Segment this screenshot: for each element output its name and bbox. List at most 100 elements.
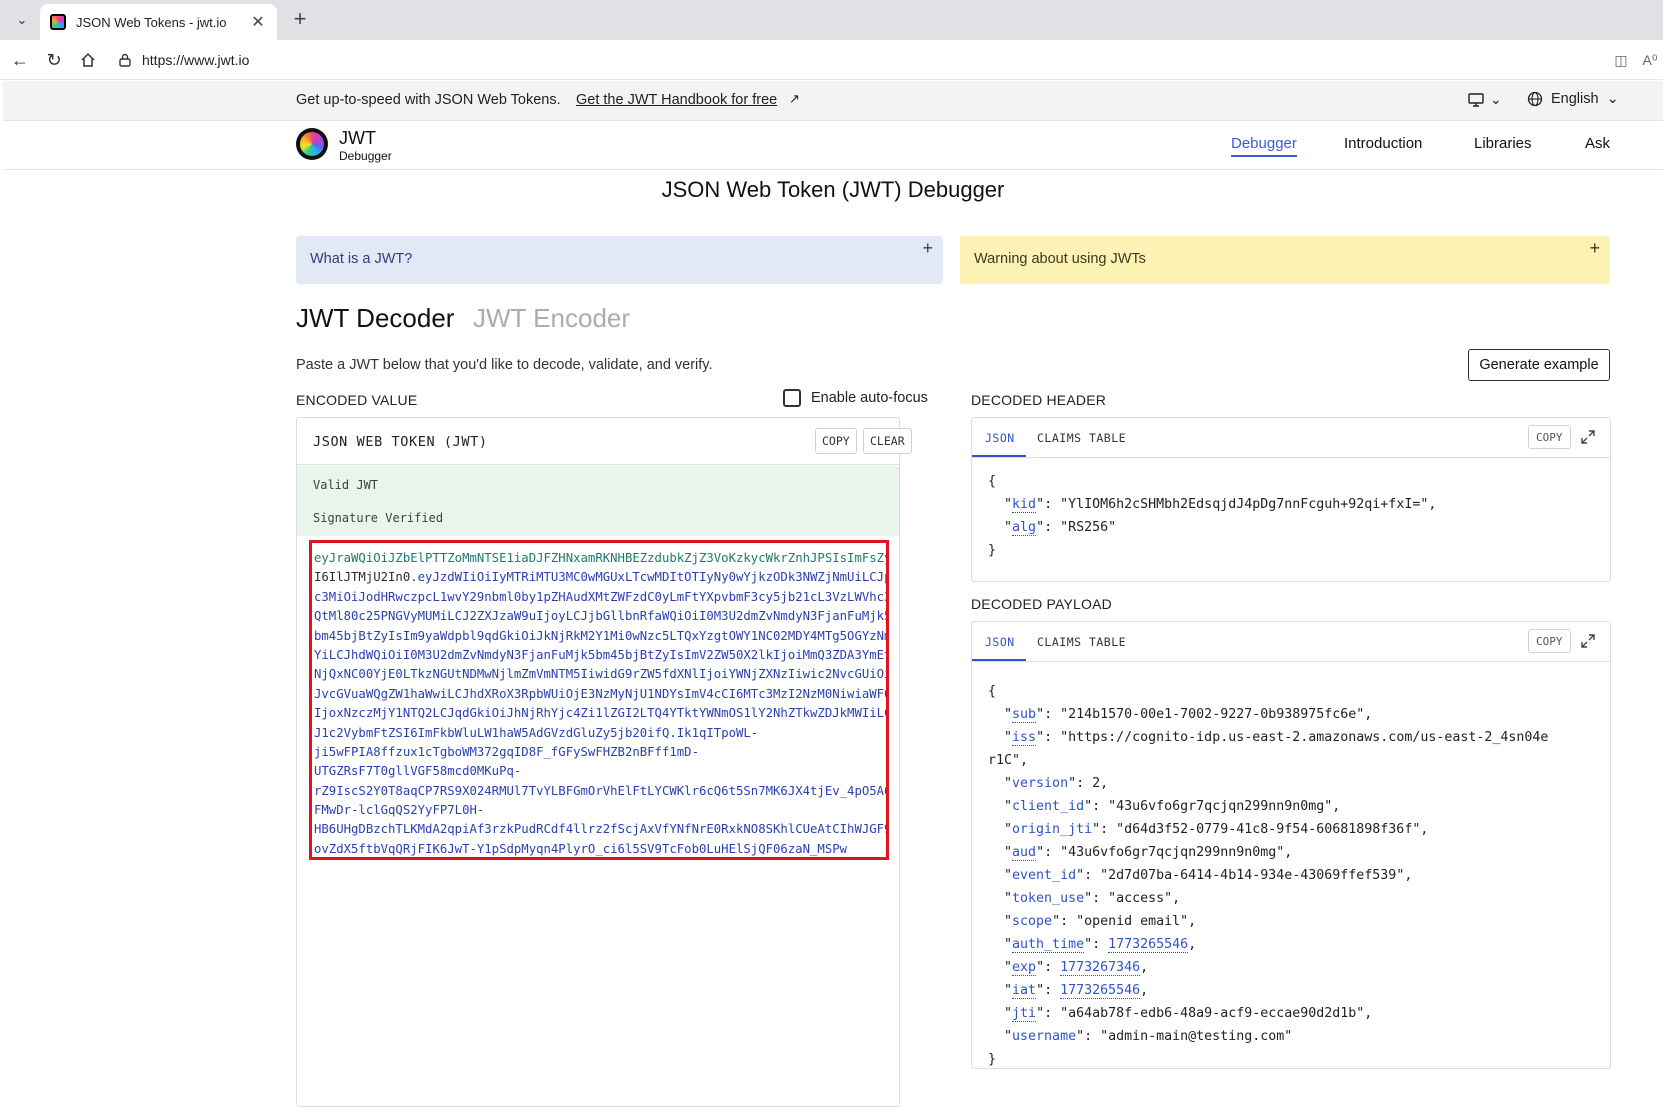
token-line: c3MiOiJodHRwczpcL1wvY29nbml0by1pZHAudXMt… <box>314 588 886 607</box>
decoded-header-tabs: JSON CLAIMS TABLE COPY <box>972 418 1610 458</box>
tab-header-json[interactable]: JSON <box>985 431 1015 445</box>
token-segment: NjQxNC00YjE0LTkzNGUtNDMwNjlmZmVmNTM5Iiwi… <box>314 667 889 682</box>
back-icon[interactable]: ← <box>8 48 32 72</box>
token-segment: ji5wFPIA8ffzux1cTgboWM372gqID8F_fGFySwFH… <box>314 744 699 759</box>
tab-payload-json[interactable]: JSON <box>985 635 1015 649</box>
json-brace: } <box>988 543 997 558</box>
tab-jwt-encoder[interactable]: JWT Encoder <box>473 303 630 334</box>
expand-plus-icon[interactable]: + <box>922 238 933 259</box>
expand-icon[interactable] <box>1580 429 1596 445</box>
token-segment: bm45bjBtZyIsIm9yaWdpbl9qdGkiOiJkNjRkM2Y1… <box>314 628 889 643</box>
browser-tab[interactable]: JSON Web Tokens - jwt.io ✕ <box>40 4 277 40</box>
active-tab-indicator <box>972 659 1026 661</box>
copy-header-button[interactable]: COPY <box>1528 425 1571 449</box>
encoded-panel-title: JSON WEB TOKEN (JWT) <box>313 434 488 450</box>
json-line-event-id: "event_id": "2d7d07ba-6414-4b14-934e-430… <box>988 868 1413 883</box>
theme-selector[interactable]: ⌄ <box>1468 91 1502 108</box>
expand-plus-icon[interactable]: + <box>1589 238 1600 259</box>
token-line: FMwDr-lclGqQS2YyFP7L0H- <box>314 801 886 820</box>
token-segment: JvcGVuaWQgZW1haWwiLCJhdXRoX3RpbWUiOjE3Nz… <box>314 686 889 701</box>
promo-text: Get up-to-speed with JSON Web Tokens. <box>296 92 561 108</box>
token-segment: HB6UHgDBzchTLKMdA2qpiAf3rzkPudRCdf4llrz2… <box>314 822 889 837</box>
token-line: ovZdX5ftbVqQRjFIK6JwT-Y1pSdpMyqn4PlyrO_c… <box>314 840 886 857</box>
chevron-down-icon: ⌄ <box>1606 91 1619 107</box>
validation-status: Valid JWT Signature Verified <box>297 466 899 536</box>
token-segment: UTGZRsF7T0gllVGF58mcd0MKuPq- <box>314 764 522 779</box>
warning-card[interactable]: Warning about using JWTs + <box>960 236 1610 284</box>
active-tab-indicator <box>972 455 1026 457</box>
generate-example-button[interactable]: Generate example <box>1468 349 1610 381</box>
tab-jwt-decoder[interactable]: JWT Decoder <box>296 303 454 334</box>
json-line-jti: "jti": "a64ab78f-edb6-48a9-acf9-eccae90d… <box>988 1006 1373 1022</box>
nav-ask[interactable]: Ask <box>1585 135 1610 152</box>
nav-libraries[interactable]: Libraries <box>1474 135 1532 152</box>
decoded-payload-label: DECODED PAYLOAD <box>971 596 1112 612</box>
decoded-payload-tabs: JSON CLAIMS TABLE COPY <box>972 622 1610 662</box>
split-screen-icon[interactable]: ◫ <box>1611 50 1631 70</box>
lock-icon[interactable] <box>118 53 132 67</box>
decoded-payload-panel: JSON CLAIMS TABLE COPY { "sub": "214b157… <box>971 621 1611 1069</box>
expand-icon[interactable] <box>1580 633 1596 649</box>
json-line-sub: "sub": "214b1570-00e1-7002-9227-0b938975… <box>988 707 1373 723</box>
promo-bar: Get up-to-speed with JSON Web Tokens. Ge… <box>3 81 1663 121</box>
token-line: IjoxNzczMjY1NTQ2LCJqdGkiOiJhNjRhYjc4Zi1l… <box>314 704 886 723</box>
token-line: eyJraWQiOiJZbElPTTZoMmNTSE1iaDJFZHNxamRK… <box>314 549 886 568</box>
url-field[interactable]: https://www.jwt.io <box>114 46 1594 74</box>
warning-label: Warning about using JWTs <box>974 251 1146 267</box>
home-icon[interactable] <box>76 48 100 72</box>
token-line: JvcGVuaWQgZW1haWwiLCJhdXRoX3RpbWUiOjE3Nz… <box>314 685 886 704</box>
encoded-panel: JSON WEB TOKEN (JWT) COPY CLEAR Valid JW… <box>296 417 912 1107</box>
handbook-link[interactable]: Get the JWT Handbook for free <box>576 92 777 108</box>
helper-text: Paste a JWT below that you'd like to dec… <box>296 357 713 373</box>
nav-introduction[interactable]: Introduction <box>1344 135 1422 152</box>
reload-icon[interactable]: ↻ <box>42 48 66 72</box>
token-line: NjQxNC00YjE0LTkzNGUtNDMwNjlmZmVmNTM5Iiwi… <box>314 665 886 684</box>
tab-title: JSON Web Tokens - jwt.io <box>76 14 227 30</box>
token-segment: .eyJzdWIiOiIyMTRiMTU3MC0wMGUxLTcwMDItOTI… <box>410 570 889 585</box>
json-line-alg: "alg": "RS256" <box>988 520 1117 536</box>
what-is-jwt-label: What is a JWT? <box>310 251 413 267</box>
copy-token-button[interactable]: COPY <box>815 428 857 454</box>
json-line-client-id: "client_id": "43u6vfo6gr7qcjqn299nn9n0mg… <box>988 799 1341 814</box>
json-line-kid: "kid": "YlIOM6h2cSHMbh2EdsqjdJ4pDg7nnFcg… <box>988 497 1437 513</box>
autofocus-toggle[interactable]: Enable auto-focus <box>783 389 928 407</box>
token-line: rZ9IscS2Y0T8aqCP7RS9X024RMUl7TvYLBFGmOrV… <box>314 782 886 801</box>
encoded-value-label: ENCODED VALUE <box>296 392 418 408</box>
copy-payload-button[interactable]: COPY <box>1528 629 1571 653</box>
jwt-token-input[interactable]: eyJraWQiOiJZbElPTTZoMmNTSE1iaDJFZHNxamRK… <box>309 540 889 860</box>
tab-header-claims-table[interactable]: CLAIMS TABLE <box>1037 431 1126 445</box>
clear-token-button[interactable]: CLEAR <box>863 428 912 454</box>
token-line: HB6UHgDBzchTLKMdA2qpiAf3rzkPudRCdf4llrz2… <box>314 820 886 839</box>
json-line-token-use: "token_use": "access", <box>988 891 1181 906</box>
nav-debugger[interactable]: Debugger <box>1231 135 1297 157</box>
tab-payload-claims-table[interactable]: CLAIMS TABLE <box>1037 635 1126 649</box>
read-aloud-icon[interactable]: A⁰ <box>1640 50 1660 70</box>
token-segment: .Ik1qITpoWL- <box>669 725 759 740</box>
what-is-jwt-card[interactable]: What is a JWT? + <box>296 236 943 284</box>
tab-close-icon[interactable]: ✕ <box>249 12 267 32</box>
new-tab-icon[interactable]: + <box>288 8 312 32</box>
token-segment: eyJraWQiOiJZbElPTTZoMmNTSE1iaDJFZHNxamRK… <box>314 551 889 565</box>
json-brace: { <box>988 684 997 699</box>
status-signature-verified: Signature Verified <box>313 511 444 525</box>
json-line-auth-time: "auth_time": 1773265546, <box>988 937 1197 953</box>
encoded-panel-header: JSON WEB TOKEN (JWT) COPY CLEAR <box>297 418 912 465</box>
autofocus-checkbox[interactable] <box>783 389 801 407</box>
globe-icon <box>1527 91 1543 107</box>
monitor-icon <box>1468 92 1484 107</box>
language-selector[interactable]: English ⌄ <box>1527 91 1619 107</box>
tab-list-dropdown-icon[interactable]: ⌄ <box>8 8 36 32</box>
json-line-username: "username": "admin-main@testing.com" <box>988 1029 1293 1044</box>
brand-subtitle: Debugger <box>339 149 392 163</box>
json-line-origin-jti: "origin_jti": "d64d3f52-0779-41c8-9f54-6… <box>988 822 1429 837</box>
json-line-version: "version": 2, <box>988 776 1109 791</box>
token-line: bm45bjBtZyIsIm9yaWdpbl9qdGkiOiJkNjRkM2Y1… <box>314 627 886 646</box>
brand-title[interactable]: JWT <box>339 128 376 149</box>
token-line: QtMl80c25PNGVyMUMiLCJ2ZXJzaW9uIjoyLCJjbG… <box>314 607 886 626</box>
token-segment: IjoxNzczMjY1NTQ2LCJqdGkiOiJhNjRhYjc4Zi1l… <box>314 706 889 721</box>
decoded-header-panel: JSON CLAIMS TABLE COPY { "kid": "YlIOM6h… <box>971 417 1611 582</box>
jwt-logo-icon[interactable] <box>296 128 328 160</box>
url-text: https://www.jwt.io <box>142 52 250 68</box>
json-brace: } <box>988 1052 997 1067</box>
json-line-iss-cont: r1C", <box>988 753 1029 768</box>
